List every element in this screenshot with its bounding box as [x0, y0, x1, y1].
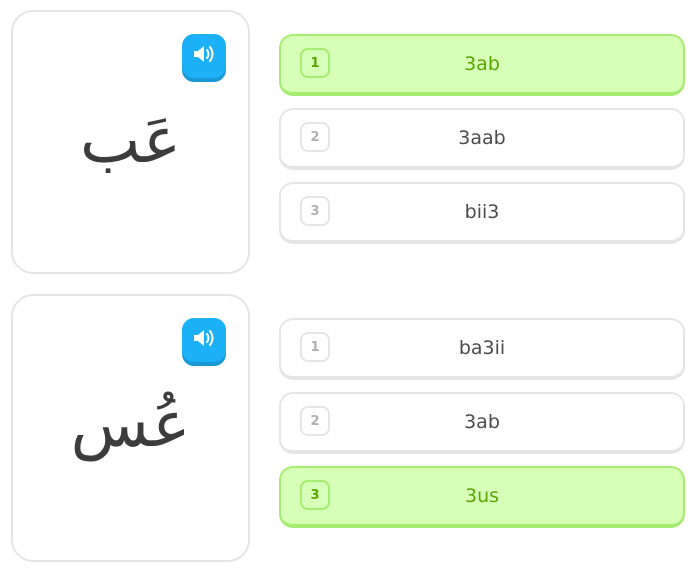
arabic-word-2: عُس	[70, 388, 191, 462]
option-1-2[interactable]: 2 3aab	[279, 108, 685, 170]
option-2-1[interactable]: 1 ba3ii	[279, 318, 685, 380]
arabic-word-1: عَب	[79, 104, 182, 178]
speaker-icon	[192, 328, 216, 352]
option-1-1[interactable]: 1 3ab	[279, 34, 685, 96]
option-2-2[interactable]: 2 3ab	[279, 392, 685, 454]
option-label: 3ab	[464, 53, 500, 75]
option-label: bii3	[464, 201, 500, 223]
speaker-button-2[interactable]	[182, 318, 226, 362]
options-group-1: 1 3ab 2 3aab 3 bii3	[279, 34, 685, 256]
arabic-card-1: عَب	[11, 10, 250, 274]
speaker-icon	[192, 44, 216, 68]
arabic-card-2: عُس	[11, 294, 250, 562]
option-label: 3us	[464, 485, 500, 507]
option-label: 3aab	[458, 127, 506, 149]
options-group-2: 1 ba3ii 2 3ab 3 3us	[279, 318, 685, 540]
option-2-3[interactable]: 3 3us	[279, 466, 685, 528]
option-label: ba3ii	[458, 337, 506, 359]
option-label: 3ab	[464, 411, 500, 433]
option-1-3[interactable]: 3 bii3	[279, 182, 685, 244]
speaker-button-1[interactable]	[182, 34, 226, 78]
